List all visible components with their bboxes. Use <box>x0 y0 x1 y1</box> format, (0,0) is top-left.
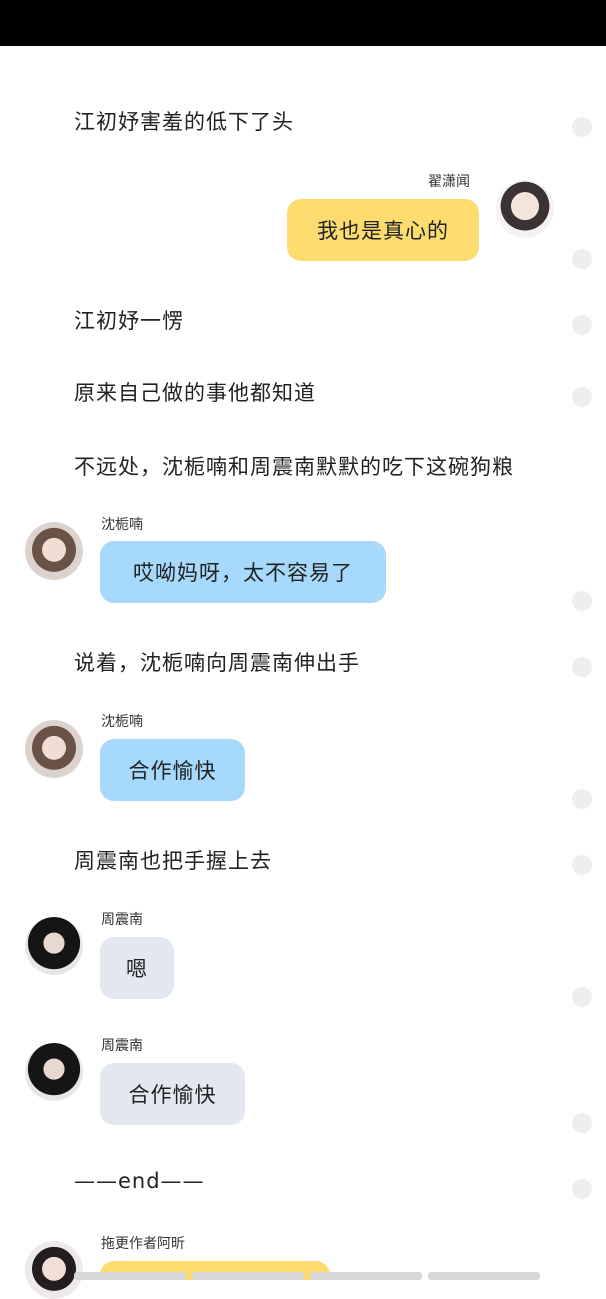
toolbar-segment[interactable] <box>192 1272 304 1280</box>
chat-bubble: 嗯 <box>100 937 174 999</box>
comment-dot-icon[interactable] <box>572 117 592 137</box>
chat-bubble: 合作愉快 <box>100 1063 245 1125</box>
toolbar-segment[interactable] <box>74 1272 186 1280</box>
narration-line: 江初妤害羞的低下了头 <box>74 110 294 134</box>
avatar-girl-icon[interactable] <box>25 720 83 778</box>
chat-bubble: 我也是真心的 <box>287 199 479 261</box>
narration-line: 说着，沈栀喃向周震南伸出手 <box>74 651 360 675</box>
chat-bubble: 合作愉快 <box>100 739 245 801</box>
narration-line: 周震南也把手握上去 <box>74 849 272 873</box>
comment-dot-icon[interactable] <box>572 1113 592 1133</box>
speaker-name: 周震南 <box>101 1038 143 1054</box>
comment-dot-icon[interactable] <box>572 249 592 269</box>
chat-bubble: 哎呦妈呀，太不容易了 <box>100 541 386 603</box>
avatar-girl-icon[interactable] <box>25 522 83 580</box>
speaker-name: 拖更作者阿昕 <box>101 1236 185 1252</box>
comment-dot-icon[interactable] <box>572 657 592 677</box>
comment-dot-icon[interactable] <box>572 855 592 875</box>
avatar-dark-hair-icon[interactable] <box>25 1043 83 1101</box>
end-marker: ——end—— <box>74 1169 205 1193</box>
comment-dot-icon[interactable] <box>572 987 592 1007</box>
comment-dot-icon[interactable] <box>572 387 592 407</box>
toolbar-segment[interactable] <box>310 1272 422 1280</box>
narration-line: 江初妤一愣 <box>74 309 184 333</box>
comment-dot-icon[interactable] <box>572 789 592 809</box>
narration-line: 不远处，沈栀喃和周震南默默的吃下这碗狗粮 <box>74 455 514 479</box>
comment-dot-icon[interactable] <box>572 315 592 335</box>
speaker-name: 沈栀喃 <box>101 517 143 533</box>
comment-dot-icon[interactable] <box>572 591 592 611</box>
toolbar-segment[interactable] <box>428 1272 540 1280</box>
speaker-name: 周震南 <box>101 912 143 928</box>
avatar-dark-hair-icon[interactable] <box>25 917 83 975</box>
avatar-boy-icon[interactable] <box>496 180 554 238</box>
avatar-author-icon[interactable] <box>25 1241 83 1299</box>
narration-line: 原来自己做的事他都知道 <box>74 381 316 405</box>
comment-dot-icon[interactable] <box>572 1179 592 1199</box>
speaker-name: 沈栀喃 <box>101 714 143 730</box>
speaker-name: 翟潇闻 <box>428 174 470 190</box>
status-bar <box>0 0 606 46</box>
bottom-toolbar <box>74 1272 540 1280</box>
